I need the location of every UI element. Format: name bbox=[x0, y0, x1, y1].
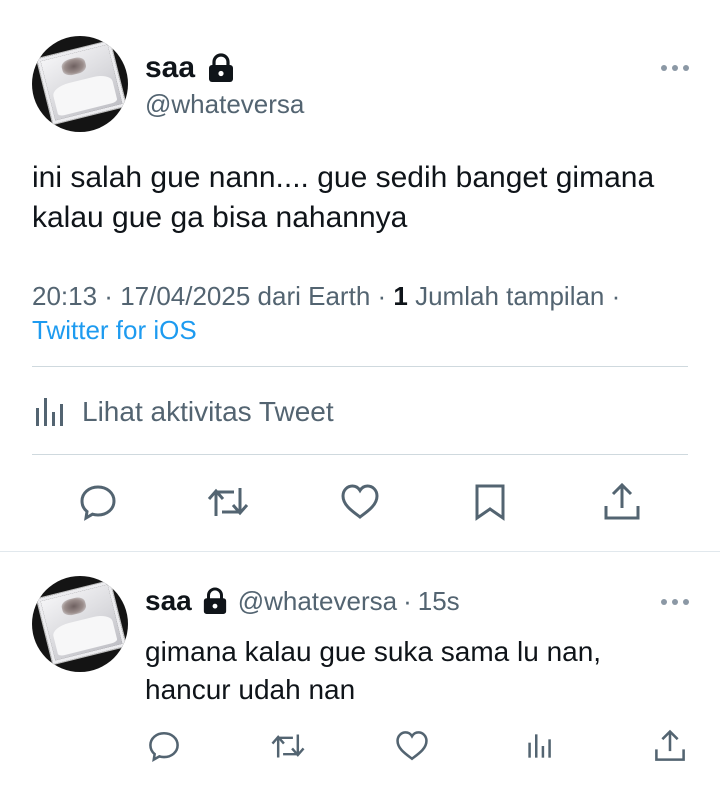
meta-separator: · bbox=[370, 281, 394, 311]
retweet-button[interactable] bbox=[268, 726, 308, 766]
reply-author-name[interactable]: saa bbox=[145, 585, 192, 617]
views-icon bbox=[528, 734, 551, 758]
view-activity-label: Lihat aktivitas Tweet bbox=[82, 396, 334, 427]
reply-button[interactable] bbox=[144, 726, 184, 766]
divider bbox=[32, 366, 688, 367]
tweet-text: ini salah gue nann.... gue sedih banget … bbox=[32, 161, 655, 234]
reply-text-line: hancur udah nan bbox=[145, 674, 356, 705]
share-button[interactable] bbox=[600, 480, 644, 524]
share-icon bbox=[604, 482, 640, 520]
analytics-icon bbox=[36, 398, 63, 426]
tweet-date[interactable]: 17/04/2025 bbox=[120, 281, 250, 311]
lock-icon bbox=[209, 53, 234, 82]
like-icon bbox=[396, 731, 428, 761]
reply-author-avatar[interactable] bbox=[32, 576, 128, 672]
author-handle[interactable]: @whateversa bbox=[145, 88, 304, 120]
meta-separator: · bbox=[403, 585, 412, 616]
bookmark-icon bbox=[475, 484, 505, 521]
thread-separator bbox=[0, 551, 720, 552]
author-name[interactable]: saa bbox=[145, 50, 195, 86]
lock-icon bbox=[203, 587, 226, 614]
retweet-button[interactable] bbox=[206, 480, 250, 524]
more-options-icon[interactable] bbox=[660, 597, 690, 607]
bookmark-button[interactable] bbox=[468, 480, 512, 524]
reply-button[interactable] bbox=[76, 480, 120, 524]
reply-author-handle[interactable]: @whateversa bbox=[238, 586, 397, 617]
tweet-action-bar bbox=[0, 480, 720, 530]
share-icon bbox=[655, 729, 685, 761]
more-options-icon[interactable] bbox=[660, 63, 690, 73]
views-button[interactable] bbox=[520, 726, 560, 766]
like-button[interactable] bbox=[392, 726, 432, 766]
tweet-location: dari Earth bbox=[250, 281, 371, 311]
share-button[interactable] bbox=[650, 726, 690, 766]
retweet-icon bbox=[207, 488, 249, 516]
reply-text-line: gimana kalau gue suka sama lu nan, bbox=[145, 636, 602, 667]
tweet-source-link[interactable]: Twitter for iOS bbox=[32, 314, 692, 346]
retweet-icon bbox=[271, 734, 305, 758]
tweet-detail-view: saa @whateversa ini salah gue nann.... g… bbox=[0, 0, 720, 787]
like-button[interactable] bbox=[338, 480, 382, 524]
view-activity-button[interactable]: Lihat aktivitas Tweet bbox=[32, 392, 334, 432]
avatar-photo bbox=[36, 581, 126, 665]
avatar-photo bbox=[36, 41, 126, 125]
reply-header: saa @whateversa · 15s bbox=[145, 583, 460, 619]
views-label: Jumlah tampilan · bbox=[407, 281, 621, 311]
author-name-row: saa bbox=[145, 50, 235, 86]
author-avatar[interactable] bbox=[32, 36, 128, 132]
divider bbox=[32, 454, 688, 455]
tweet-meta: 20:13 · 17/04/2025 dari Earth · 1 Jumlah… bbox=[32, 280, 692, 346]
like-icon bbox=[341, 484, 379, 519]
reply-action-bar bbox=[0, 726, 720, 770]
reply-time[interactable]: 15s bbox=[418, 586, 460, 617]
main-tweet: saa @whateversa ini salah gue nann.... g… bbox=[0, 0, 720, 552]
reply-icon bbox=[149, 731, 179, 763]
reply-icon bbox=[80, 485, 116, 521]
meta-separator: · bbox=[97, 281, 121, 311]
tweet-time[interactable]: 20:13 bbox=[32, 281, 97, 311]
views-count: 1 bbox=[393, 281, 408, 311]
reply-text: gimana kalau gue suka sama lu nan, hancu… bbox=[145, 633, 685, 709]
